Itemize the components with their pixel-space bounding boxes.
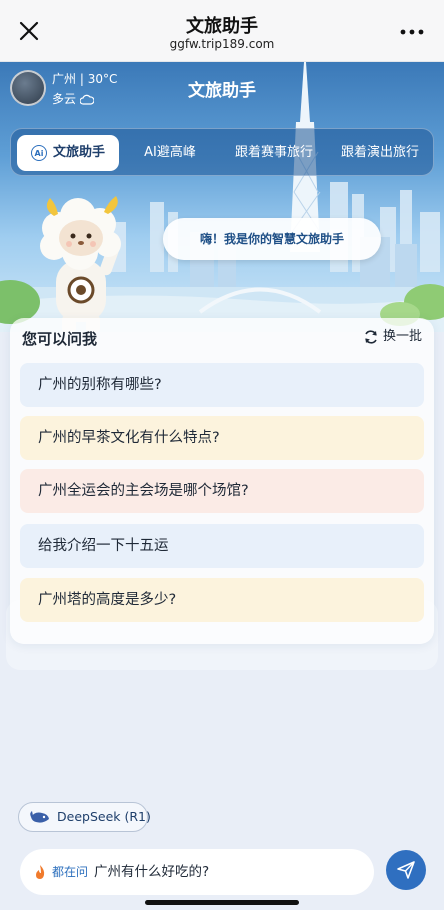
tab-bar: Ai 文旅助手 AI避高峰 跟着赛事旅行 跟着演出旅行 <box>10 128 434 176</box>
more-icon[interactable] <box>400 29 424 35</box>
whale-icon <box>30 811 49 823</box>
top-nav-bar: 文旅助手 ggfw.trip189.com <box>0 0 444 62</box>
refresh-icon <box>365 329 377 344</box>
sheep-mascot-illustration <box>40 196 121 332</box>
chat-input-container[interactable]: 都在问 <box>20 849 374 895</box>
suggestions-card: 您可以问我 换一批 广州的别称有哪些? 广州的早茶文化有什么特点? 广州全运会的… <box>10 318 434 644</box>
flame-icon <box>36 865 45 879</box>
suggestion-item[interactable]: 广州的别称有哪些? <box>20 363 424 407</box>
greeting-bubble: 嗨！我是你的智慧文旅助手 <box>163 218 381 260</box>
nav-title: 文旅助手 <box>186 16 258 37</box>
tab-show-travel[interactable]: 跟着演出旅行 <box>329 135 431 171</box>
suggestion-item[interactable]: 广州的早茶文化有什么特点? <box>20 416 424 460</box>
ai-icon: Ai <box>30 144 47 161</box>
chat-input[interactable] <box>94 859 364 885</box>
tab-wenlv-assistant[interactable]: Ai 文旅助手 <box>17 135 119 171</box>
model-selector[interactable]: DeepSeek (R1) <box>18 802 151 832</box>
tab-label: 跟着演出旅行 <box>340 145 419 160</box>
tab-label: 跟着赛事旅行 <box>234 145 313 160</box>
tab-ai-avoid-peak[interactable]: AI避高峰 <box>127 135 213 171</box>
tab-label: AI避高峰 <box>144 145 196 160</box>
home-indicator <box>145 900 299 905</box>
suggestions-title: 您可以问我 <box>22 330 98 348</box>
tab-event-travel[interactable]: 跟着赛事旅行 <box>223 135 325 171</box>
send-icon <box>397 861 415 879</box>
send-button[interactable] <box>386 850 426 890</box>
hero-title: 文旅助手 <box>188 81 256 101</box>
tab-label: 文旅助手 <box>52 145 105 160</box>
nav-url: ggfw.trip189.com <box>169 37 275 51</box>
hero-banner: 广州 | 30°C 多云 文旅助手 Ai 文旅助手 AI避高峰 跟着赛事旅行 跟着… <box>0 62 444 332</box>
suggestion-item[interactable]: 广州塔的高度是多少? <box>20 578 424 622</box>
refresh-label: 换一批 <box>382 329 422 344</box>
suggestion-item[interactable]: 广州全运会的主会场是哪个场馆? <box>20 469 424 513</box>
refresh-button[interactable]: 换一批 <box>363 326 422 348</box>
suggestion-item[interactable]: 给我介绍一下十五运 <box>20 524 424 568</box>
model-label: DeepSeek (R1) <box>57 809 151 824</box>
trending-prefix: 都在问 <box>52 865 89 879</box>
